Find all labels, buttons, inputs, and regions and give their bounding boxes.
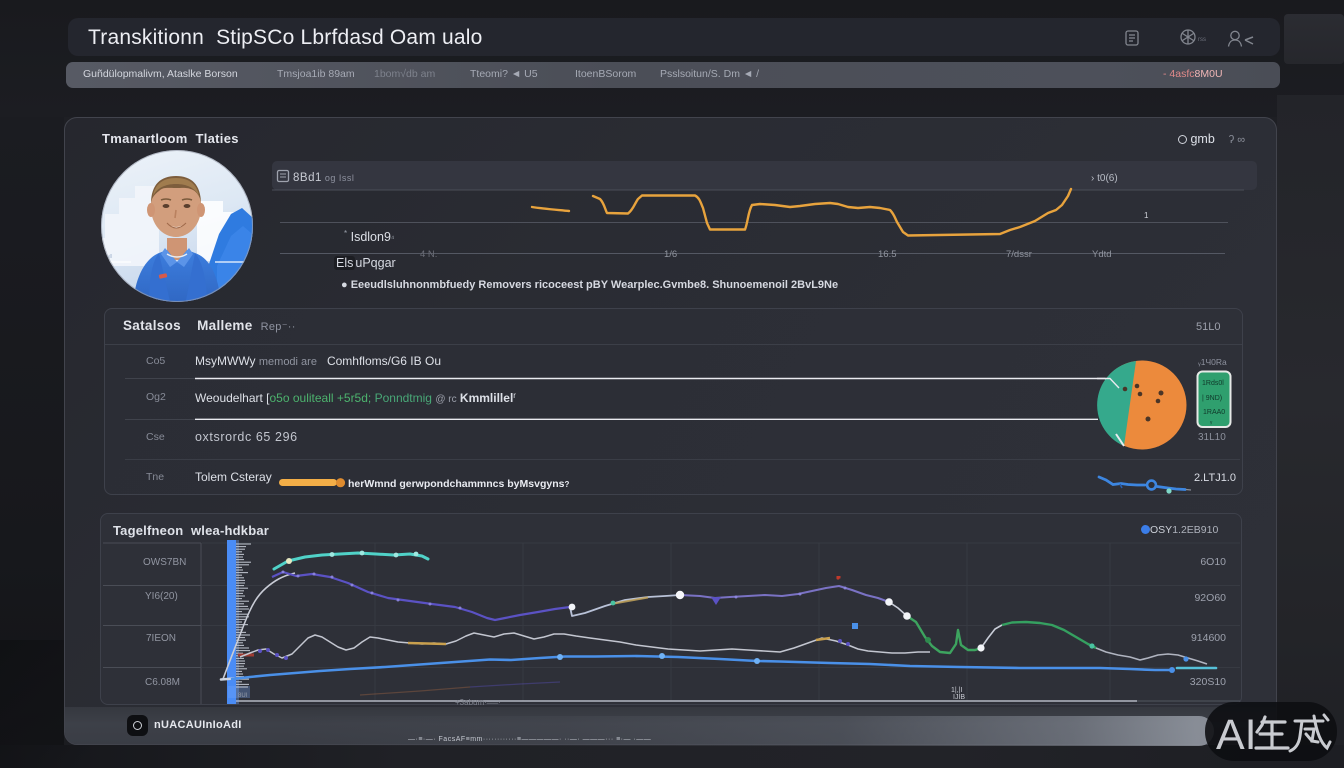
svg-text:OWS7BN: OWS7BN bbox=[143, 557, 186, 568]
svg-text:YI6(20): YI6(20) bbox=[145, 591, 178, 602]
svg-text:1RAA0: 1RAA0 bbox=[1203, 409, 1225, 416]
svg-text:1|,|I: 1|,|I bbox=[951, 687, 962, 694]
svg-text:8Ul: 8Ul bbox=[238, 693, 247, 699]
svg-text:AI: AI bbox=[1216, 711, 1257, 759]
svg-text:92O60: 92O60 bbox=[1194, 592, 1226, 604]
svg-text:4 N.: 4 N. bbox=[420, 249, 437, 260]
svg-text:1: 1 bbox=[1144, 211, 1149, 220]
svg-text:| 9ND): | 9ND) bbox=[1202, 395, 1222, 402]
svg-text:8Bd1 og Issl: 8Bd1 og Issl bbox=[293, 172, 354, 184]
svg-text:914600: 914600 bbox=[1191, 632, 1226, 644]
svg-text:1Rds0l: 1Rds0l bbox=[1202, 380, 1224, 387]
svg-text:Ydtd: Ydtd bbox=[1092, 249, 1112, 260]
svg-text:1/6: 1/6 bbox=[664, 249, 677, 260]
svg-text:7/dssr: 7/dssr bbox=[1006, 249, 1032, 260]
svg-text:rss: rss bbox=[1198, 37, 1206, 43]
svg-text:IJIB: IJIB bbox=[953, 694, 965, 701]
svg-text:7IEON: 7IEON bbox=[146, 633, 176, 644]
svg-text:6O10: 6O10 bbox=[1200, 556, 1226, 568]
svg-text:320S10: 320S10 bbox=[1190, 676, 1226, 688]
svg-text:16.5: 16.5 bbox=[878, 249, 897, 260]
svg-text:+3abum·══·: +3abum·══· bbox=[455, 698, 501, 705]
svg-text:C6.08M: C6.08M bbox=[145, 677, 180, 688]
svg-text:› t0(6): › t0(6) bbox=[1091, 173, 1118, 184]
